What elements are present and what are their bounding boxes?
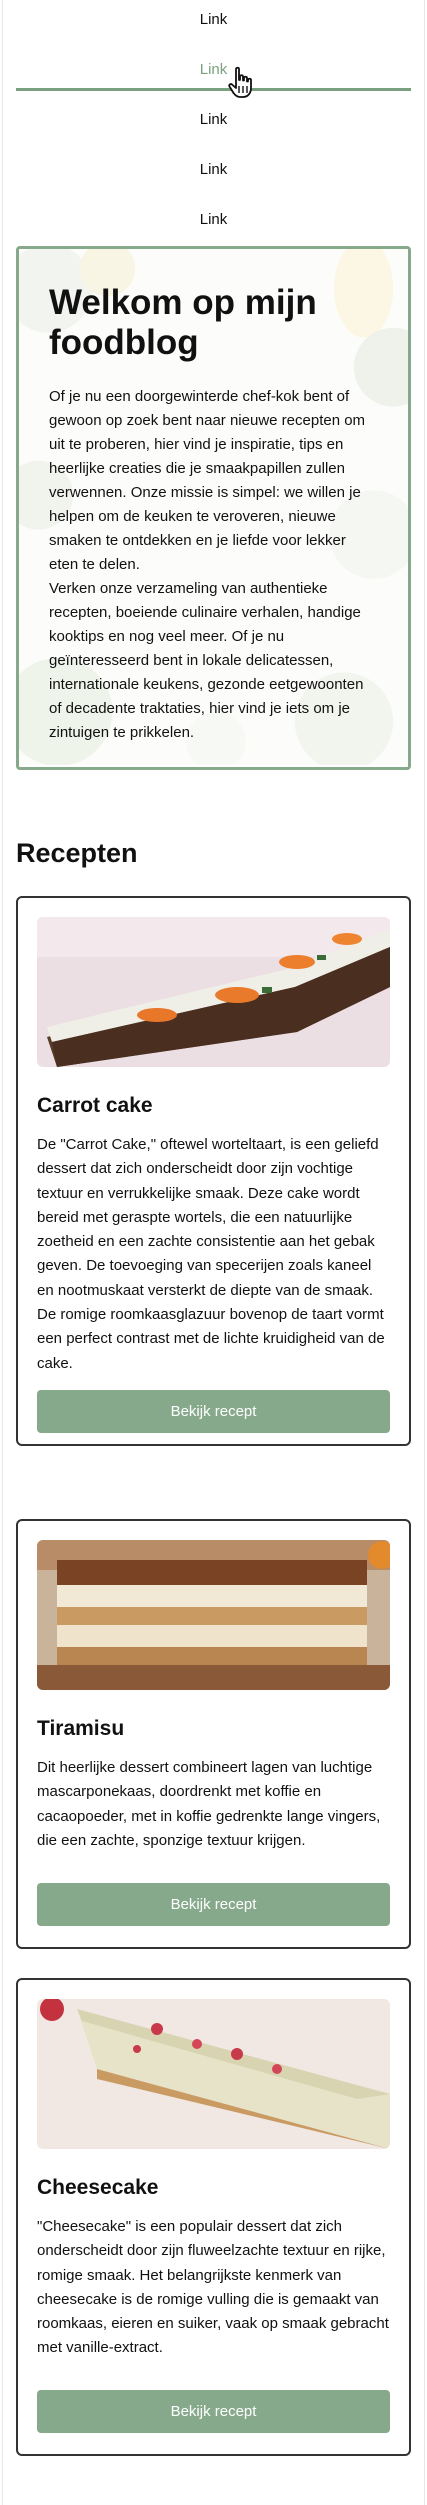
- view-recipe-button[interactable]: Bekijk recept: [37, 2390, 390, 2433]
- hero-welcome-box: Welkom op mijn foodblog Of je nu een doo…: [16, 246, 411, 770]
- carrot-cake-image: [37, 917, 390, 1067]
- recipe-description: "Cheesecake" is een populair dessert dat…: [37, 2218, 389, 2357]
- recipes-section-title: Recepten: [16, 838, 138, 868]
- hero-paragraph-1: Of je nu een doorgewinterde chef-kok ben…: [49, 388, 366, 573]
- nav-link-3[interactable]: Link: [0, 104, 427, 154]
- page-edge-right: [424, 0, 425, 2505]
- hero-title: Welkom op mijn foodblog: [49, 283, 317, 362]
- recipe-description: Dit heerlijke dessert combineert lagen v…: [37, 1759, 381, 1849]
- nav-link-4[interactable]: Link: [0, 154, 427, 204]
- hero-paragraph-2: Verken onze verzameling van authentieke …: [49, 580, 364, 741]
- recipe-title: Carrot cake: [37, 1094, 153, 1117]
- recipe-title: Tiramisu: [37, 1717, 125, 1740]
- view-recipe-button[interactable]: Bekijk recept: [37, 1883, 390, 1926]
- active-link-underline: [16, 88, 411, 91]
- nav-link-1[interactable]: Link: [0, 4, 427, 54]
- nav-link-2-active[interactable]: Link: [0, 54, 427, 104]
- view-recipe-button[interactable]: Bekijk recept: [37, 1390, 390, 1433]
- recipe-description: De "Carrot Cake," oftewel worteltaart, i…: [37, 1136, 385, 1372]
- recipe-title: Cheesecake: [37, 2176, 159, 2199]
- page-edge-left: [2, 0, 3, 2505]
- recipe-card-tiramisu: Tiramisu Dit heerlijke dessert combineer…: [16, 1519, 411, 1949]
- cheesecake-image: [37, 1999, 390, 2149]
- hand-pointer-icon: [228, 66, 252, 98]
- recipe-card-carrot-cake: Carrot cake De "Carrot Cake," oftewel wo…: [16, 896, 411, 1446]
- main-nav: Link Link Link Link Link: [0, 0, 427, 254]
- tiramisu-image: [37, 1540, 390, 1690]
- recipe-card-cheesecake: Cheesecake "Cheesecake" is een populair …: [16, 1978, 411, 2456]
- hero-content: Welkom op mijn foodblog Of je nu een doo…: [19, 249, 408, 765]
